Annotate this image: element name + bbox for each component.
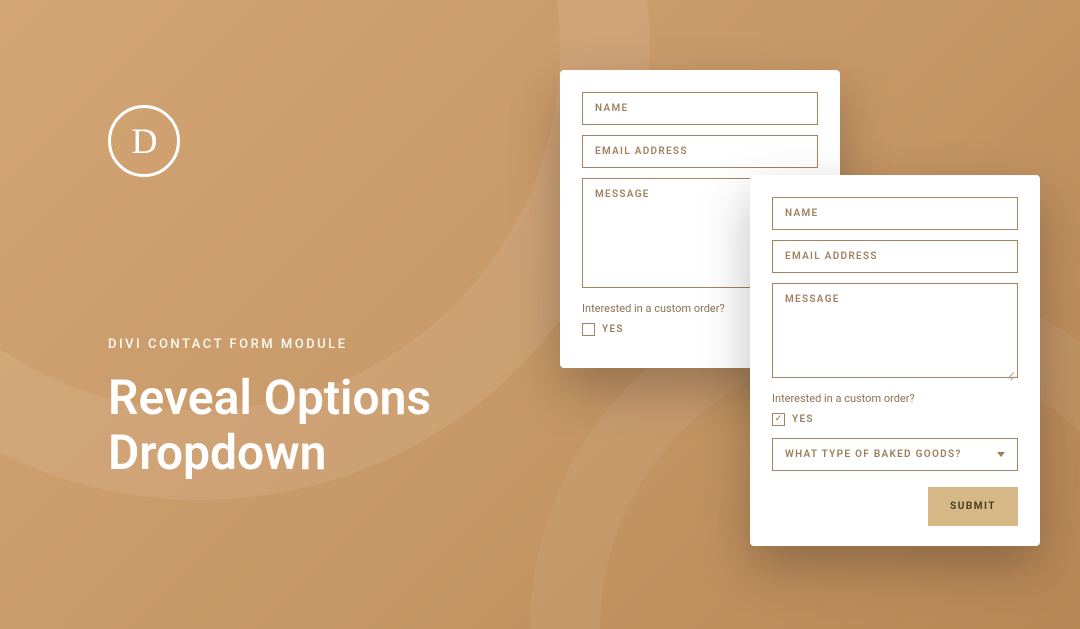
- checkbox-checked-icon[interactable]: ✓: [772, 413, 785, 426]
- headline: Reveal Options Dropdown: [108, 370, 431, 480]
- submit-button[interactable]: SUBMIT: [928, 487, 1018, 526]
- headline-line-2: Dropdown: [108, 424, 326, 481]
- name-input[interactable]: [772, 197, 1018, 230]
- headline-line-1: Reveal Options: [108, 369, 431, 426]
- checkbox-unchecked-icon[interactable]: [582, 323, 595, 336]
- custom-order-question: Interested in a custom order?: [772, 392, 1018, 405]
- stage: D DIVI CONTACT FORM MODULE Reveal Option…: [0, 0, 1080, 629]
- yes-checkbox-row[interactable]: ✓ YES: [772, 413, 1018, 426]
- name-input[interactable]: [582, 92, 818, 125]
- message-textarea[interactable]: [772, 283, 1018, 378]
- left-column: D DIVI CONTACT FORM MODULE Reveal Option…: [108, 105, 431, 480]
- baked-goods-select[interactable]: WHAT TYPE OF BAKED GOODS?: [772, 438, 1018, 471]
- contact-form-card-expanded: Interested in a custom order? ✓ YES WHAT…: [750, 175, 1040, 546]
- yes-label: YES: [792, 414, 814, 425]
- yes-label: YES: [602, 324, 624, 335]
- chevron-down-icon: [997, 452, 1005, 457]
- submit-row: SUBMIT: [772, 487, 1018, 526]
- email-input[interactable]: [772, 240, 1018, 273]
- divi-logo-letter: D: [132, 120, 157, 162]
- select-label: WHAT TYPE OF BAKED GOODS?: [785, 449, 962, 460]
- divi-logo-icon: D: [108, 105, 180, 177]
- email-input[interactable]: [582, 135, 818, 168]
- eyebrow-text: DIVI CONTACT FORM MODULE: [108, 337, 431, 352]
